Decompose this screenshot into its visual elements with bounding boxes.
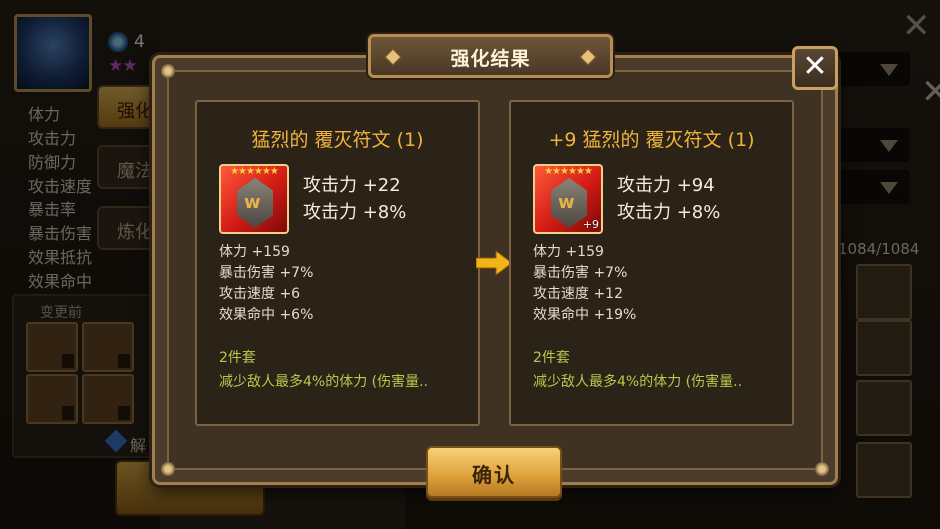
main-stat: 攻击力 +8%	[303, 202, 407, 223]
rune-stars: ★★★★★★	[544, 166, 593, 177]
ornament-icon	[384, 48, 402, 66]
sub-stat: 暴击伤害 +7%	[219, 265, 314, 281]
destroy-rune-icon: ᴡ	[558, 192, 575, 213]
rune-before-panel: 猛烈的 覆灭符文 (1) ★★★★★★ ᴡ 攻击力 +22 攻击力 +8% 体力…	[195, 100, 480, 426]
dialog-title: 强化结果	[450, 48, 531, 70]
sub-stat: 体力 +159	[533, 244, 604, 260]
main-stats: 攻击力 +94 攻击力 +8%	[617, 172, 720, 226]
set-bonus-description: 减少敌人最多4%的体力 (伤害量..	[219, 374, 429, 390]
sub-stat: 效果命中 +19%	[533, 307, 637, 323]
destroy-rune-icon: ᴡ	[244, 192, 261, 213]
rune-after-panel: +9 猛烈的 覆灭符文 (1) ★★★★★★ ᴡ +9 攻击力 +94 攻击力 …	[509, 100, 794, 426]
sub-stats: 体力 +159 暴击伤害 +7% 攻击速度 +6 效果命中 +6%	[219, 242, 313, 326]
sub-stat: 效果命中 +6%	[219, 307, 314, 323]
sub-stats: 体力 +159 暴击伤害 +7% 攻击速度 +12 效果命中 +19%	[533, 242, 636, 326]
set-bonus-description: 减少敌人最多4%的体力 (伤害量..	[533, 374, 743, 390]
main-stat: 攻击力 +8%	[617, 202, 721, 223]
set-bonus-name: 2件套	[219, 350, 256, 366]
rune-name: 猛烈的 覆灭符文 (1)	[251, 129, 424, 151]
corner-ornament	[161, 64, 175, 78]
rune-name: +9 猛烈的 覆灭符文 (1)	[548, 129, 755, 151]
ornament-icon	[579, 48, 597, 66]
main-stats: 攻击力 +22 攻击力 +8%	[303, 172, 406, 226]
rune-icon: ★★★★★★ ᴡ	[219, 164, 289, 234]
main-stat: 攻击力 +94	[617, 175, 715, 196]
sub-stat: 体力 +159	[219, 244, 290, 260]
arrow-right-icon	[476, 251, 512, 275]
set-bonus-name: 2件套	[533, 350, 570, 366]
main-stat: 攻击力 +22	[303, 175, 401, 196]
sub-stat: 暴击伤害 +7%	[533, 265, 628, 281]
sub-stat: 攻击速度 +12	[533, 286, 623, 302]
confirm-button[interactable]: 确认	[426, 446, 562, 498]
corner-ornament	[161, 462, 175, 476]
rune-stars: ★★★★★★	[230, 166, 279, 177]
rune-level-badge: +9	[582, 218, 599, 231]
close-button[interactable]: ✕	[792, 46, 838, 90]
corner-ornament	[815, 462, 829, 476]
rune-icon: ★★★★★★ ᴡ +9	[533, 164, 603, 234]
sub-stat: 攻击速度 +6	[219, 286, 301, 302]
dialog-title-plate: 强化结果	[368, 34, 613, 78]
